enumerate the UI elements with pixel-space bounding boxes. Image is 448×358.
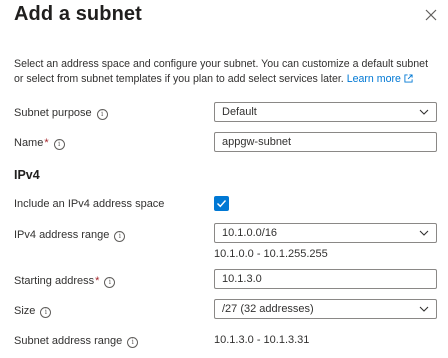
required-mark: * xyxy=(44,137,49,149)
size-label-text: Size xyxy=(14,305,36,317)
required-mark: * xyxy=(95,275,100,287)
info-icon[interactable]: i xyxy=(127,337,139,348)
subnet-purpose-dropdown[interactable]: Default xyxy=(214,102,437,122)
ipv4-range-label-text: IPv4 address range xyxy=(14,229,110,241)
starting-address-input[interactable]: 10.1.3.0 xyxy=(214,269,437,289)
size-label: Size i xyxy=(14,305,52,318)
learn-more-label: Learn more xyxy=(346,73,401,85)
ipv4-section-heading: IPv4 xyxy=(14,168,40,182)
size-dropdown[interactable]: /27 (32 addresses) xyxy=(214,299,437,319)
info-icon[interactable]: i xyxy=(114,231,126,242)
name-label: Name* i xyxy=(14,137,65,150)
chevron-down-icon xyxy=(419,306,429,312)
info-icon[interactable]: i xyxy=(53,139,65,150)
chevron-down-icon xyxy=(419,109,429,115)
info-icon[interactable]: i xyxy=(40,307,52,318)
ipv4-range-label: IPv4 address range i xyxy=(14,229,126,242)
include-ipv4-label: Include an IPv4 address space xyxy=(14,198,165,210)
subnet-purpose-label-text: Subnet purpose xyxy=(14,107,92,119)
info-icon[interactable]: i xyxy=(96,109,108,120)
subnet-range-value: 10.1.3.0 - 10.1.3.31 xyxy=(214,334,310,346)
close-icon[interactable] xyxy=(424,8,438,22)
ipv4-range-value: 10.1.0.0/16 xyxy=(222,227,278,239)
panel-description: Select an address space and configure yo… xyxy=(14,57,439,87)
subnet-range-label: Subnet address range i xyxy=(14,335,139,348)
name-value: appgw-subnet xyxy=(222,136,292,148)
ipv4-range-text: 10.1.0.0 - 10.1.255.255 xyxy=(214,248,328,260)
subnet-range-label-text: Subnet address range xyxy=(14,335,123,347)
ipv4-range-dropdown[interactable]: 10.1.0.0/16 xyxy=(214,223,437,243)
starting-address-label: Starting address* i xyxy=(14,275,116,288)
external-link-icon xyxy=(404,74,413,83)
subnet-purpose-label: Subnet purpose i xyxy=(14,107,108,120)
panel-title: Add a subnet xyxy=(14,3,142,25)
subnet-purpose-value: Default xyxy=(222,106,257,118)
chevron-down-icon xyxy=(419,230,429,236)
name-label-text: Name xyxy=(14,137,44,149)
name-input[interactable]: appgw-subnet xyxy=(214,132,437,152)
starting-address-label-text: Starting address xyxy=(14,275,95,287)
starting-address-value: 10.1.3.0 xyxy=(222,273,262,285)
check-icon xyxy=(217,200,227,208)
size-value: /27 (32 addresses) xyxy=(222,303,314,315)
learn-more-link[interactable]: Learn more xyxy=(347,73,413,85)
include-ipv4-checkbox[interactable] xyxy=(214,196,229,211)
info-icon[interactable]: i xyxy=(104,277,116,288)
